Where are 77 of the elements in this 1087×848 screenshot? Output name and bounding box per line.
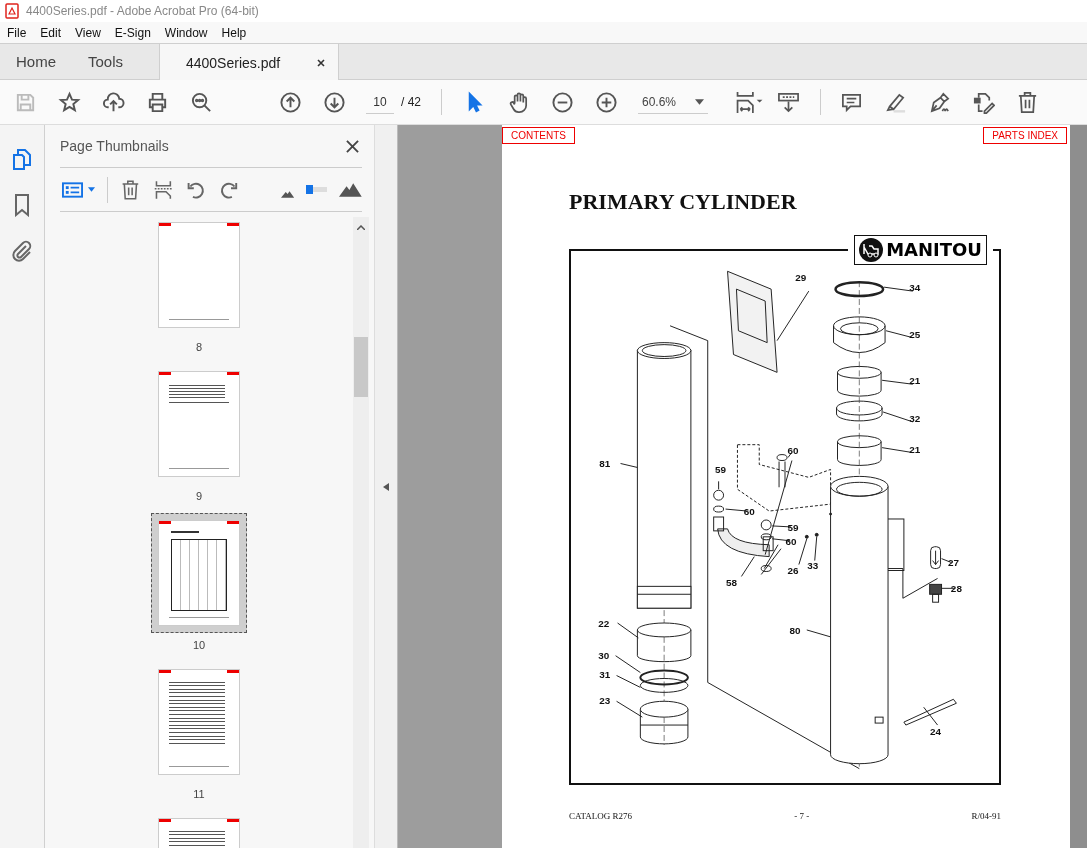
selected-thumbnail-frame[interactable] <box>151 513 247 633</box>
page-link[interactable]: PARTS INDEX <box>983 127 1067 144</box>
panel-title: Page Thumbnails <box>60 138 169 154</box>
large-mountain-icon <box>339 182 362 197</box>
close-icon[interactable] <box>346 139 359 153</box>
callout-label: 21 <box>909 443 921 455</box>
arrow-up-circle-icon <box>278 90 302 114</box>
page-number-label: 8 <box>195 341 203 354</box>
tab[interactable]: Home <box>0 44 72 79</box>
paperclip-icon[interactable] <box>10 239 34 263</box>
callout-label: 58 <box>726 577 737 589</box>
scrollbar-thumb[interactable] <box>354 337 368 397</box>
callout-label: 60 <box>785 535 797 547</box>
chevron-up-icon[interactable] <box>357 225 365 230</box>
page-number-label: 9 <box>195 490 203 503</box>
search-icon <box>189 90 213 114</box>
scroll-icon <box>776 90 800 114</box>
callout-label: 59 <box>715 464 727 476</box>
callout-label: 22 <box>598 617 610 629</box>
zoom-dropdown[interactable]: 60.6% <box>638 90 708 114</box>
options-button[interactable] <box>60 179 97 200</box>
collapse-panel-icon[interactable] <box>383 482 389 491</box>
page-count: / 42 <box>401 95 421 109</box>
cloud-upload-icon <box>101 90 125 114</box>
footer-text: CATALOG R276 <box>569 811 633 821</box>
menu-item[interactable]: File <box>7 25 27 40</box>
document-title: PRIMARY CYLINDER <box>569 189 798 215</box>
page-number-label: 10 <box>192 639 206 652</box>
page-number: - 7 - <box>794 811 810 821</box>
menu-item[interactable]: Help <box>221 25 247 40</box>
forklift-icon <box>859 238 884 262</box>
callout-label: 24 <box>930 725 942 737</box>
callout-label: 59 <box>787 521 799 533</box>
window-title: 4400Series.pdf - Adobe Acrobat Pro (64-bit) <box>26 4 259 18</box>
callout-label: 23 <box>599 695 611 707</box>
thumbnail-size-slider[interactable] <box>306 182 328 197</box>
pdf-file-icon <box>5 3 19 19</box>
caret-icon <box>695 98 704 105</box>
vertical-scrollbar[interactable] <box>1070 125 1087 848</box>
star-icon <box>57 90 81 114</box>
callout-label: 28 <box>950 583 962 595</box>
plus-circle-icon <box>594 90 618 114</box>
footer-text: R/04-91 <box>971 811 1001 821</box>
minus-circle-icon <box>550 90 574 114</box>
callout-label: 21 <box>909 375 921 387</box>
close-icon[interactable] <box>316 57 327 68</box>
callout-label: 33 <box>807 559 819 571</box>
small-mountain-icon <box>281 189 295 198</box>
menu-item[interactable]: Edit <box>40 25 62 40</box>
page-link[interactable]: CONTENTS <box>502 127 575 144</box>
edit-document-icon <box>971 90 995 114</box>
arrow-down-circle-icon <box>322 90 346 114</box>
callout-label: 31 <box>599 669 611 681</box>
callout-label: 60 <box>787 444 799 456</box>
page-number-field[interactable]: 10 <box>366 90 394 114</box>
page-thumbnails-icon[interactable] <box>10 147 34 171</box>
tab[interactable]: Tools <box>72 44 140 79</box>
callout-label: 32 <box>909 412 921 424</box>
callout-label: 80 <box>789 624 801 636</box>
callout-label: 60 <box>743 506 755 517</box>
callout-label: 34 <box>909 282 921 294</box>
page-fit-icon <box>735 90 765 114</box>
callout-label: 29 <box>795 272 807 284</box>
menu-item[interactable]: E-Sign <box>114 25 151 40</box>
callout-label: 81 <box>599 458 611 470</box>
tab[interactable]: 4400Series.pdf <box>159 44 340 81</box>
list-icon <box>62 181 83 198</box>
menu-item[interactable]: View <box>75 25 101 40</box>
caret-icon <box>88 187 95 192</box>
callout-label: 26 <box>787 565 799 577</box>
callout-label: 30 <box>598 649 610 661</box>
scrollbar[interactable] <box>353 217 369 848</box>
page-number-label: 11 <box>193 788 205 801</box>
callout-label: 27 <box>947 556 959 568</box>
callout-label: 25 <box>909 328 921 340</box>
menu-item[interactable]: Window <box>164 25 208 40</box>
insert-page-icon[interactable] <box>152 178 174 201</box>
